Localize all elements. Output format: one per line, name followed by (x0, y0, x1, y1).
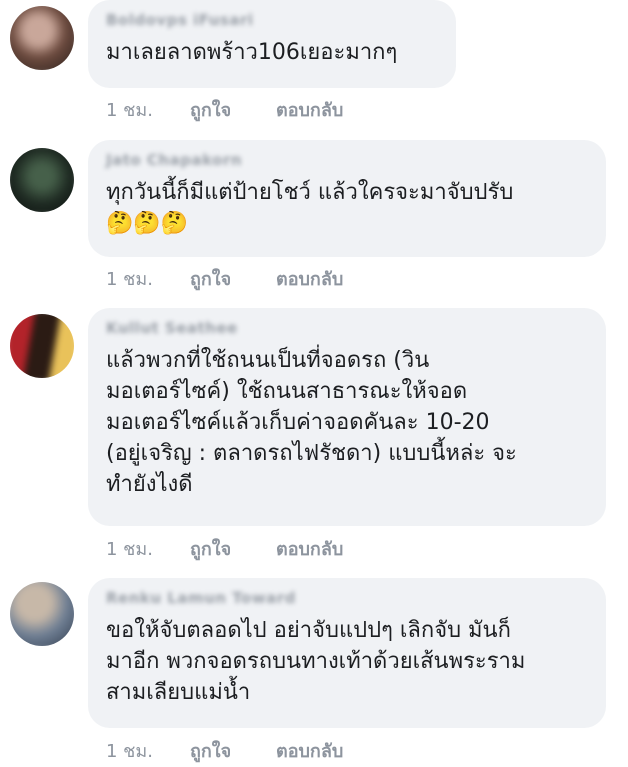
comment-actions: 1 ชม. ถูกใจ ตอบกลับ (106, 264, 343, 293)
avatar-image (10, 582, 74, 646)
thinking-face-emoji: 🤔🤔🤔 (106, 211, 189, 236)
comment-text: มาเลยลาดพร้าว106เยอะมากๆ (106, 40, 398, 65)
like-button[interactable]: ถูกใจ (190, 264, 276, 293)
avatar-image (10, 6, 74, 70)
avatar[interactable] (10, 148, 74, 212)
reply-button[interactable]: ตอบกลับ (276, 264, 343, 293)
avatar[interactable] (10, 582, 74, 646)
avatar[interactable] (10, 314, 74, 378)
comment-bubble: Jato Chapakorn ทุกวันนี้ก็มีแต่ป้ายโชว์ … (88, 140, 606, 257)
like-button[interactable]: ถูกใจ (190, 736, 276, 765)
comment-timestamp[interactable]: 1 ชม. (106, 736, 190, 765)
comment-actions: 1 ชม. ถูกใจ ตอบกลับ (106, 736, 343, 765)
reply-button[interactable]: ตอบกลับ (276, 95, 343, 124)
comment-text: แล้วพวกที่ใช้ถนนเป็นที่จอดรถ (วิน มอเตอร… (106, 348, 517, 497)
comment-actions: 1 ชม. ถูกใจ ตอบกลับ (106, 534, 343, 563)
reply-button[interactable]: ตอบกลับ (276, 534, 343, 563)
comment-text: ทุกวันนี้ก็มีแต่ป้ายโชว์ แล้วใครจะมาจับป… (106, 180, 514, 205)
comment-bubble: Kullut Seathee แล้วพวกที่ใช้ถนนเป็นที่จอ… (88, 308, 606, 526)
avatar-image (10, 148, 74, 212)
comment-actions: 1 ชม. ถูกใจ ตอบกลับ (106, 95, 343, 124)
avatar-image (10, 314, 74, 378)
commenter-name[interactable]: Jato Chapakorn (106, 151, 242, 169)
commenter-name[interactable]: Kullut Seathee (106, 319, 238, 337)
comment-timestamp[interactable]: 1 ชม. (106, 95, 190, 124)
comment-timestamp[interactable]: 1 ชม. (106, 264, 190, 293)
commenter-name[interactable]: Renku Lamun Toward (106, 589, 296, 607)
reply-button[interactable]: ตอบกลับ (276, 736, 343, 765)
comment-bubble: Renku Lamun Toward ขอให้จับตลอดไป อย่าจั… (88, 578, 606, 728)
comment-text: ขอให้จับตลอดไป อย่าจับแปปๆ เลิกจับ มันก็… (106, 618, 526, 705)
avatar[interactable] (10, 6, 74, 70)
comment-timestamp[interactable]: 1 ชม. (106, 534, 190, 563)
commenter-name[interactable]: Boldovps iFusari (106, 11, 254, 29)
like-button[interactable]: ถูกใจ (190, 534, 276, 563)
comment-bubble: Boldovps iFusari มาเลยลาดพร้าว106เยอะมาก… (88, 0, 456, 88)
like-button[interactable]: ถูกใจ (190, 95, 276, 124)
